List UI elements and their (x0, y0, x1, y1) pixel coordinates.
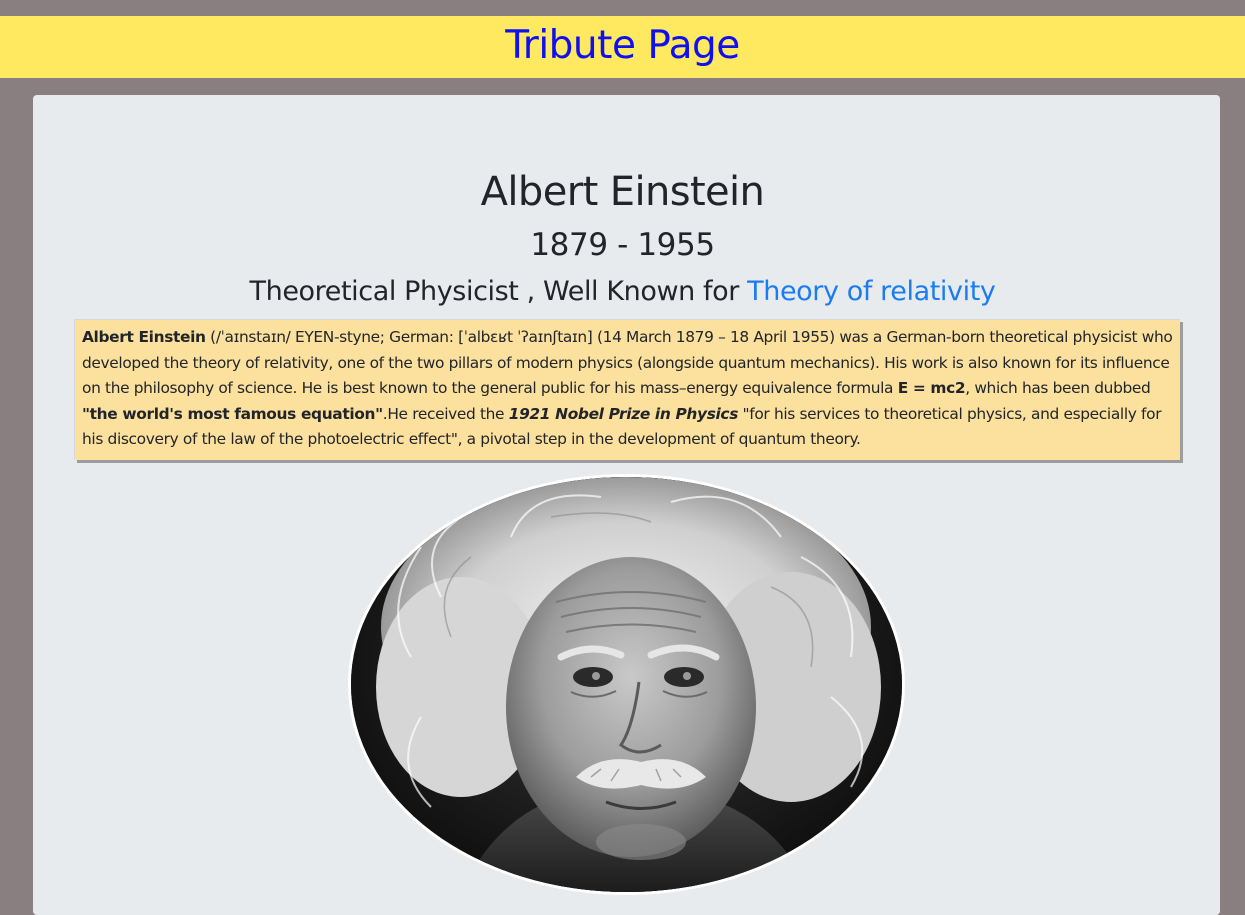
einstein-portrait-image (351, 477, 902, 892)
bio-text-3: .He received the (382, 404, 509, 423)
header-banner: Tribute Page (0, 16, 1245, 78)
bio-formula: E = mc2 (897, 379, 966, 397)
theory-of-relativity-link[interactable]: Theory of relativity (747, 276, 996, 307)
person-name: Albert Einstein (480, 169, 765, 215)
biography-box: Albert Einstein (/ˈaɪnstaɪn/ EYEN-styne;… (74, 319, 1180, 460)
bio-text-2: , which has been dubbed (965, 379, 1151, 397)
subtitle-text: Theoretical Physicist , Well Known for (249, 276, 748, 307)
life-years: 1879 - 1955 (530, 227, 715, 263)
bio-prize: 1921 Nobel Prize in Physics (508, 404, 739, 423)
person-subtitle: Theoretical Physicist , Well Known for T… (0, 273, 1245, 311)
page-title: Tribute Page (505, 23, 740, 68)
bio-quote: "the world's most famous equation" (82, 404, 383, 423)
bio-name: Albert Einstein (82, 328, 206, 346)
portrait-frame (348, 474, 905, 895)
